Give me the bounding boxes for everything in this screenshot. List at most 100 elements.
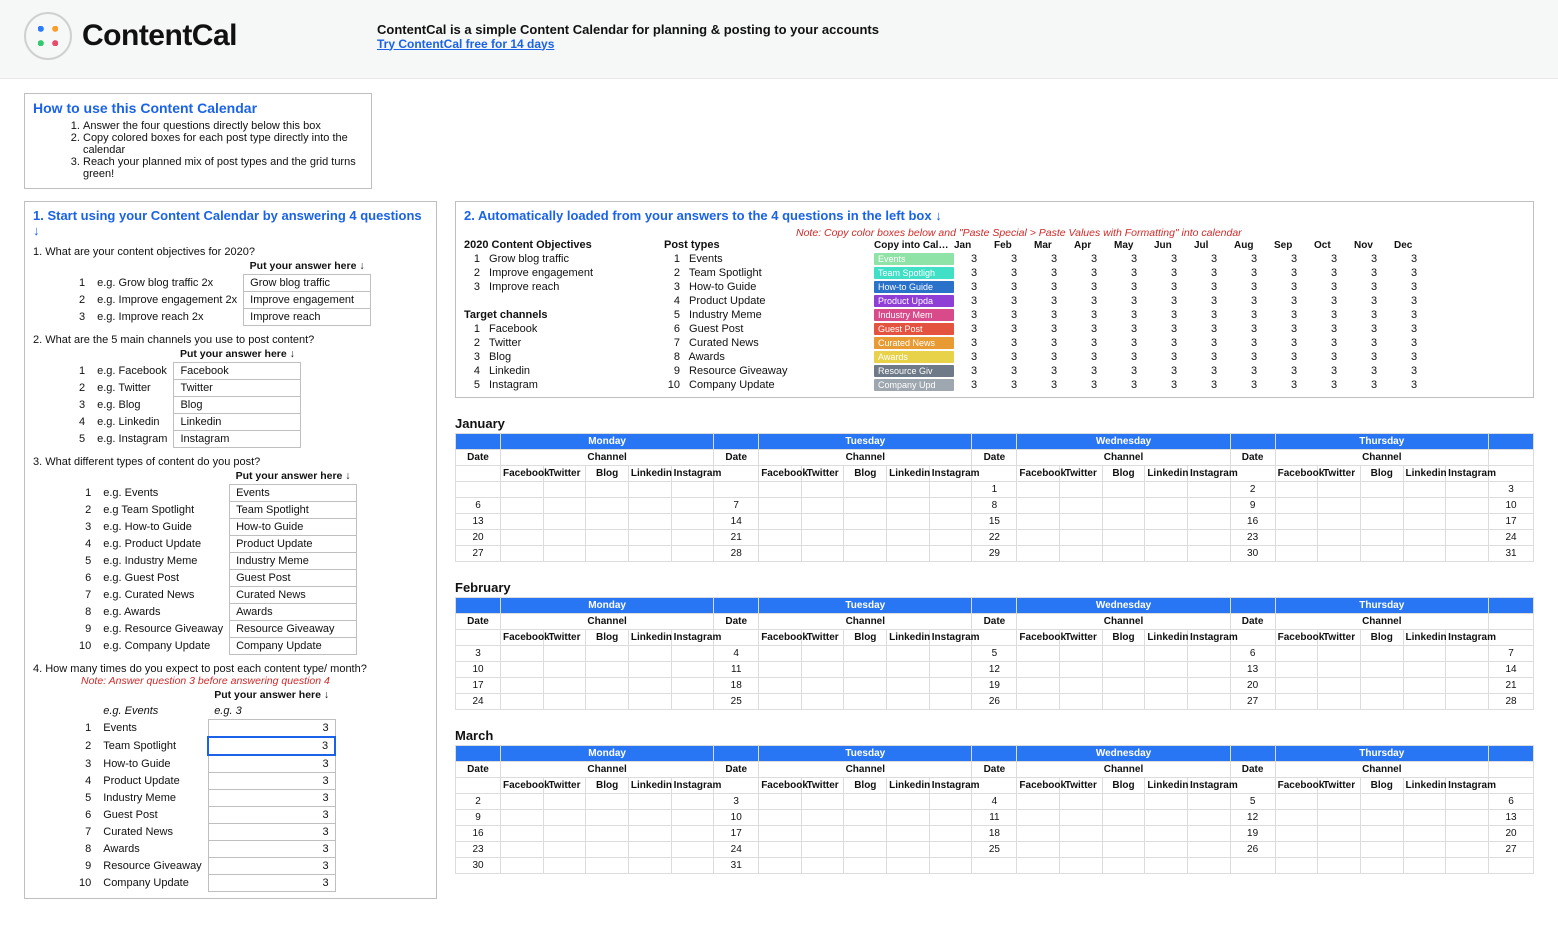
slot-cell[interactable]	[1318, 794, 1361, 810]
slot-cell[interactable]	[1060, 694, 1103, 710]
slot-cell[interactable]	[1318, 858, 1361, 874]
slot-cell[interactable]	[1145, 646, 1188, 662]
slot-cell[interactable]	[1060, 514, 1103, 530]
slot-cell[interactable]	[586, 646, 629, 662]
date-cell[interactable]: 6	[456, 498, 501, 514]
answer-input[interactable]: How-to Guide	[230, 519, 357, 536]
slot-cell[interactable]	[628, 678, 671, 694]
slot-cell[interactable]	[759, 546, 802, 562]
slot-cell[interactable]	[1102, 794, 1145, 810]
slot-cell[interactable]	[1060, 546, 1103, 562]
slot-cell[interactable]	[1446, 826, 1489, 842]
post-type-chip[interactable]: How-to Guide	[874, 281, 954, 293]
date-cell[interactable]	[1230, 858, 1275, 874]
date-cell[interactable]: 8	[972, 498, 1017, 514]
date-cell[interactable]: 14	[714, 514, 759, 530]
answer-input[interactable]: Guest Post	[230, 570, 357, 587]
date-cell[interactable]: 24	[456, 694, 501, 710]
answer-input[interactable]: Instagram	[174, 431, 301, 448]
slot-cell[interactable]	[586, 842, 629, 858]
answer-input[interactable]: 3	[208, 773, 335, 790]
slot-cell[interactable]	[844, 498, 887, 514]
slot-cell[interactable]	[501, 694, 544, 710]
slot-cell[interactable]	[1187, 842, 1230, 858]
slot-cell[interactable]	[1145, 810, 1188, 826]
slot-cell[interactable]	[929, 694, 972, 710]
date-cell[interactable]: 13	[1230, 662, 1275, 678]
slot-cell[interactable]	[844, 514, 887, 530]
answer-input[interactable]: 3	[208, 737, 335, 755]
answer-input[interactable]: Events	[230, 485, 357, 502]
slot-cell[interactable]	[1446, 530, 1489, 546]
slot-cell[interactable]	[887, 514, 930, 530]
slot-cell[interactable]	[929, 826, 972, 842]
slot-cell[interactable]	[1102, 858, 1145, 874]
slot-cell[interactable]	[628, 530, 671, 546]
slot-cell[interactable]	[586, 826, 629, 842]
slot-cell[interactable]	[1318, 826, 1361, 842]
slot-cell[interactable]	[1275, 694, 1318, 710]
slot-cell[interactable]	[1060, 842, 1103, 858]
slot-cell[interactable]	[1318, 678, 1361, 694]
slot-cell[interactable]	[1187, 546, 1230, 562]
slot-cell[interactable]	[543, 694, 586, 710]
answer-input[interactable]: 3	[208, 858, 335, 875]
slot-cell[interactable]	[759, 662, 802, 678]
slot-cell[interactable]	[628, 482, 671, 498]
answer-input[interactable]: 3	[208, 841, 335, 858]
answer-input[interactable]: Resource Giveaway	[230, 621, 357, 638]
slot-cell[interactable]	[501, 842, 544, 858]
slot-cell[interactable]	[1275, 826, 1318, 842]
post-type-chip[interactable]: Guest Post	[874, 323, 954, 335]
slot-cell[interactable]	[628, 842, 671, 858]
slot-cell[interactable]	[1017, 794, 1060, 810]
slot-cell[interactable]	[543, 678, 586, 694]
slot-cell[interactable]	[671, 530, 714, 546]
slot-cell[interactable]	[844, 826, 887, 842]
slot-cell[interactable]	[1403, 662, 1446, 678]
slot-cell[interactable]	[759, 514, 802, 530]
date-cell[interactable]: 4	[714, 646, 759, 662]
slot-cell[interactable]	[671, 858, 714, 874]
answer-input[interactable]: 3	[208, 875, 335, 892]
slot-cell[interactable]	[671, 546, 714, 562]
slot-cell[interactable]	[844, 546, 887, 562]
slot-cell[interactable]	[1360, 678, 1403, 694]
date-cell[interactable]: 26	[1230, 842, 1275, 858]
slot-cell[interactable]	[1017, 810, 1060, 826]
answer-input[interactable]: 3	[208, 755, 335, 773]
slot-cell[interactable]	[801, 498, 844, 514]
slot-cell[interactable]	[1446, 810, 1489, 826]
slot-cell[interactable]	[1446, 646, 1489, 662]
slot-cell[interactable]	[1102, 842, 1145, 858]
slot-cell[interactable]	[1102, 530, 1145, 546]
slot-cell[interactable]	[887, 794, 930, 810]
post-type-chip[interactable]: Resource Giv	[874, 365, 954, 377]
date-cell[interactable]	[1489, 858, 1534, 874]
slot-cell[interactable]	[1403, 482, 1446, 498]
date-cell[interactable]: 27	[1489, 842, 1534, 858]
slot-cell[interactable]	[1102, 694, 1145, 710]
slot-cell[interactable]	[1403, 826, 1446, 842]
slot-cell[interactable]	[671, 810, 714, 826]
date-cell[interactable]: 20	[1230, 678, 1275, 694]
slot-cell[interactable]	[1360, 498, 1403, 514]
slot-cell[interactable]	[1102, 662, 1145, 678]
slot-cell[interactable]	[1145, 482, 1188, 498]
date-cell[interactable]: 11	[972, 810, 1017, 826]
slot-cell[interactable]	[671, 514, 714, 530]
slot-cell[interactable]	[1360, 482, 1403, 498]
slot-cell[interactable]	[1145, 842, 1188, 858]
slot-cell[interactable]	[671, 498, 714, 514]
slot-cell[interactable]	[1275, 546, 1318, 562]
slot-cell[interactable]	[501, 810, 544, 826]
date-cell[interactable]: 3	[1489, 482, 1534, 498]
slot-cell[interactable]	[1446, 482, 1489, 498]
date-cell[interactable]: 17	[1489, 514, 1534, 530]
slot-cell[interactable]	[501, 498, 544, 514]
slot-cell[interactable]	[501, 482, 544, 498]
slot-cell[interactable]	[887, 858, 930, 874]
slot-cell[interactable]	[1060, 810, 1103, 826]
post-type-chip[interactable]: Product Upda	[874, 295, 954, 307]
slot-cell[interactable]	[759, 646, 802, 662]
